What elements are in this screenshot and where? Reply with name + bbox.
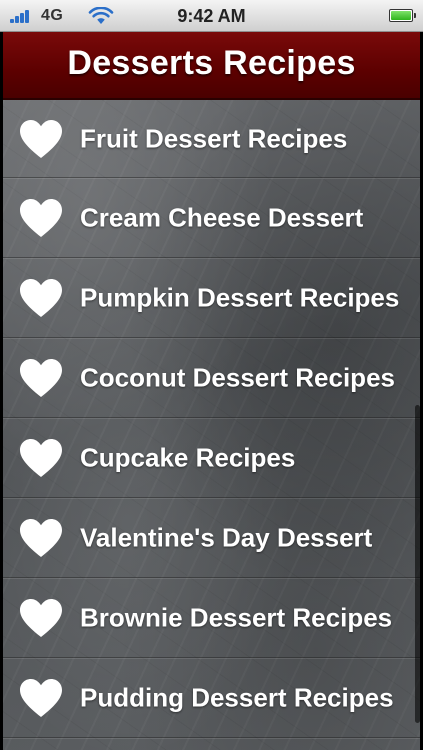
battery-level-fill bbox=[391, 11, 411, 20]
list-item[interactable]: Valentine's Day Dessert bbox=[3, 498, 420, 578]
list-item[interactable]: Cream Cheese Dessert bbox=[3, 178, 420, 258]
list-item[interactable]: Cupcake Recipes bbox=[3, 418, 420, 498]
scrollbar[interactable] bbox=[415, 405, 420, 723]
heart-icon bbox=[20, 598, 62, 637]
list-item[interactable]: Brownie Dessert Recipes bbox=[3, 578, 420, 658]
battery-icon bbox=[389, 9, 416, 22]
heart-icon bbox=[20, 198, 62, 237]
list-item[interactable]: Fruit Dessert Recipes bbox=[3, 100, 420, 178]
list-item-label: Pudding Dessert Recipes bbox=[80, 682, 394, 712]
list-item-label: Valentine's Day Dessert bbox=[80, 522, 373, 552]
heart-icon bbox=[20, 358, 62, 397]
heart-icon bbox=[20, 518, 62, 557]
status-time: 9:42 AM bbox=[177, 6, 246, 26]
device-screen: 4G 9:42 AM Desserts Recipes Fruit Desser… bbox=[0, 0, 423, 750]
list-item-label: Fruit Dessert Recipes bbox=[80, 123, 348, 153]
list-item[interactable]: Pudding Dessert Recipes bbox=[3, 658, 420, 738]
page-title: Desserts Recipes bbox=[67, 44, 356, 82]
navigation-header: Desserts Recipes bbox=[3, 32, 420, 100]
list-item-label: Cream Cheese Dessert bbox=[80, 202, 364, 232]
list-item-label: Pumpkin Dessert Recipes bbox=[80, 282, 400, 312]
status-bar: 4G 9:42 AM bbox=[0, 0, 423, 32]
recipe-list[interactable]: Fruit Dessert Recipes Cream Cheese Desse… bbox=[3, 100, 420, 750]
list-item[interactable]: Pumpkin Dessert Recipes bbox=[3, 258, 420, 338]
heart-icon bbox=[20, 678, 62, 717]
list-item-label: Cupcake Recipes bbox=[80, 442, 296, 472]
list-item[interactable]: Coconut Dessert Recipes bbox=[3, 338, 420, 418]
app-view: Desserts Recipes Fruit Dessert Recipes C… bbox=[3, 32, 420, 750]
heart-icon bbox=[20, 438, 62, 477]
heart-icon bbox=[20, 119, 62, 158]
heart-icon bbox=[20, 278, 62, 317]
list-item-label: Brownie Dessert Recipes bbox=[80, 602, 393, 632]
list-item-label: Coconut Dessert Recipes bbox=[80, 362, 395, 392]
